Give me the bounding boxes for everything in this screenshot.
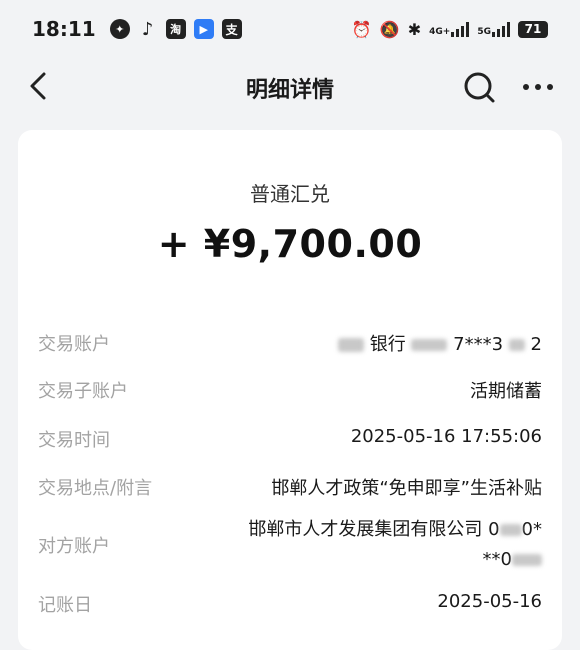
navigation-bar: 明细详情: [0, 58, 580, 114]
signal-1-icon: 4G+: [429, 21, 470, 37]
status-bar: 18:11 ✦ ♪ 淘 ▶ 支 ⏰ 🔕 ✱ 4G+ 5G 71: [0, 0, 580, 58]
transaction-amount: + ¥9,700.00: [157, 222, 423, 266]
value-counterparty: 邯郸市人才发展集团有限公司 0 0* **0: [248, 519, 542, 570]
transaction-type: 普通汇兑: [250, 182, 330, 206]
label-account: 交易账户: [38, 334, 110, 355]
battery-icon: 71: [518, 20, 548, 38]
more-button[interactable]: [518, 68, 558, 106]
masked-text: [337, 338, 364, 352]
tiktok-icon: ♪: [141, 18, 154, 40]
value-sub-account: 活期储蓄: [470, 381, 542, 402]
search-icon: [464, 72, 495, 103]
value-account: 银行 7***3 2: [337, 330, 542, 356]
signal-2-icon: 5G: [477, 21, 510, 37]
masked-text: [508, 339, 525, 351]
value-transaction-time: 2025-05-16 17:55:06: [350, 426, 542, 447]
status-bar-left: 18:11 ✦ ♪ 淘 ▶ 支: [32, 17, 242, 41]
taobao-icon: 淘: [165, 19, 186, 39]
label-counterparty: 对方账户: [38, 536, 110, 557]
more-dots-icon: [523, 84, 553, 90]
masked-text: [411, 339, 448, 351]
alipay-icon: 支: [221, 19, 242, 39]
label-sub-account: 交易子账户: [38, 381, 128, 402]
status-time: 18:11: [32, 17, 96, 41]
label-posting-date: 记账日: [38, 595, 92, 616]
search-button[interactable]: [460, 68, 498, 106]
masked-text: [499, 524, 522, 536]
status-bar-right: ⏰ 🔕 ✱ 4G+ 5G 71: [352, 20, 548, 39]
bluetooth-icon: ✱: [407, 19, 422, 39]
transaction-detail-card: 普通汇兑 + ¥9,700.00 交易账户 银行 7***3 2 交易子账户 活…: [18, 130, 562, 650]
blue-app-icon: ▶: [193, 19, 214, 39]
label-transaction-time: 交易时间: [38, 430, 110, 451]
value-posting-date: 2025-05-16: [437, 591, 542, 612]
wechat-icon: ✦: [109, 19, 130, 39]
label-location-memo: 交易地点/附言: [38, 478, 153, 499]
value-location-memo: 邯郸人才政策“免申即享”生活补贴: [271, 478, 542, 499]
mute-icon: 🔕: [379, 19, 400, 39]
alarm-icon: ⏰: [351, 19, 372, 39]
masked-text: [512, 554, 542, 566]
